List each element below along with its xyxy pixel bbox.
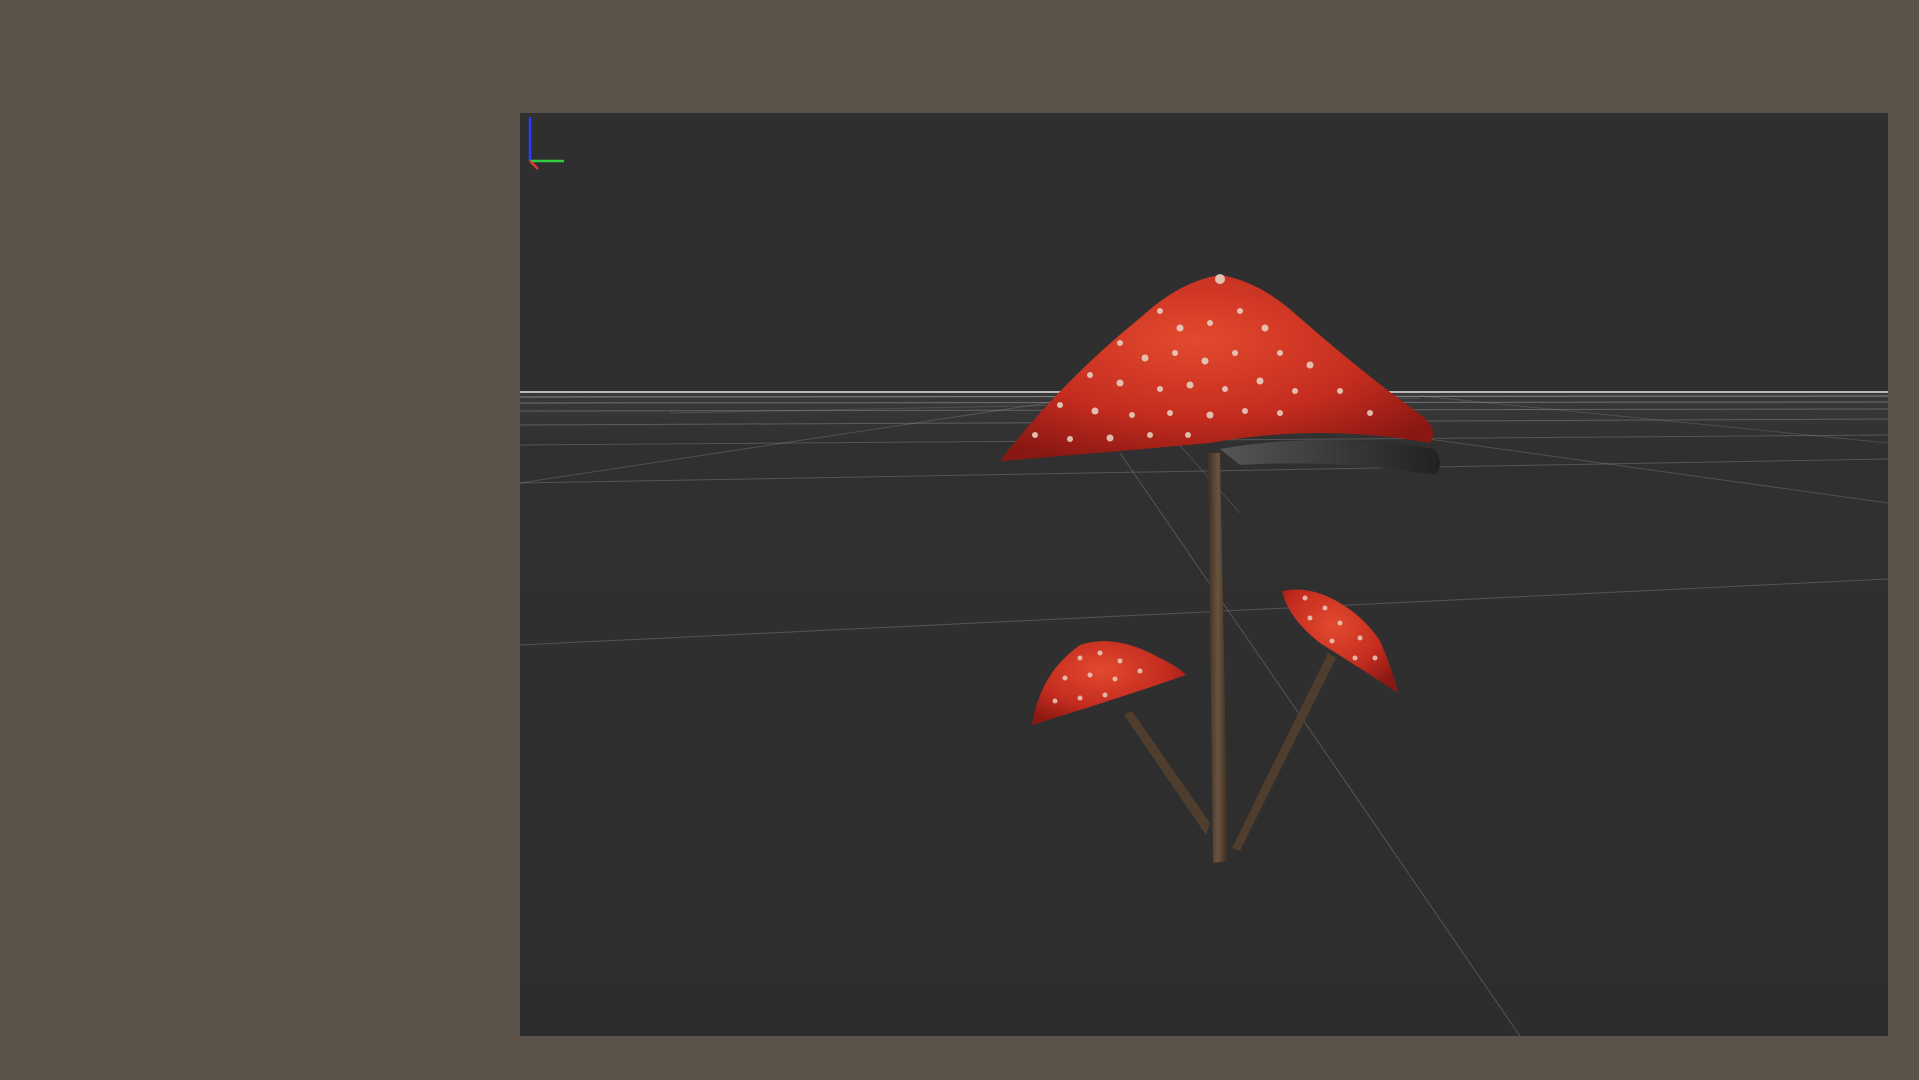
scene-canvas[interactable] [520,113,1888,1036]
3d-viewport[interactable] [520,113,1888,1036]
axis-gizmo-icon [528,117,564,170]
ground-grid [520,391,1888,1036]
editor-window [0,0,1919,1080]
